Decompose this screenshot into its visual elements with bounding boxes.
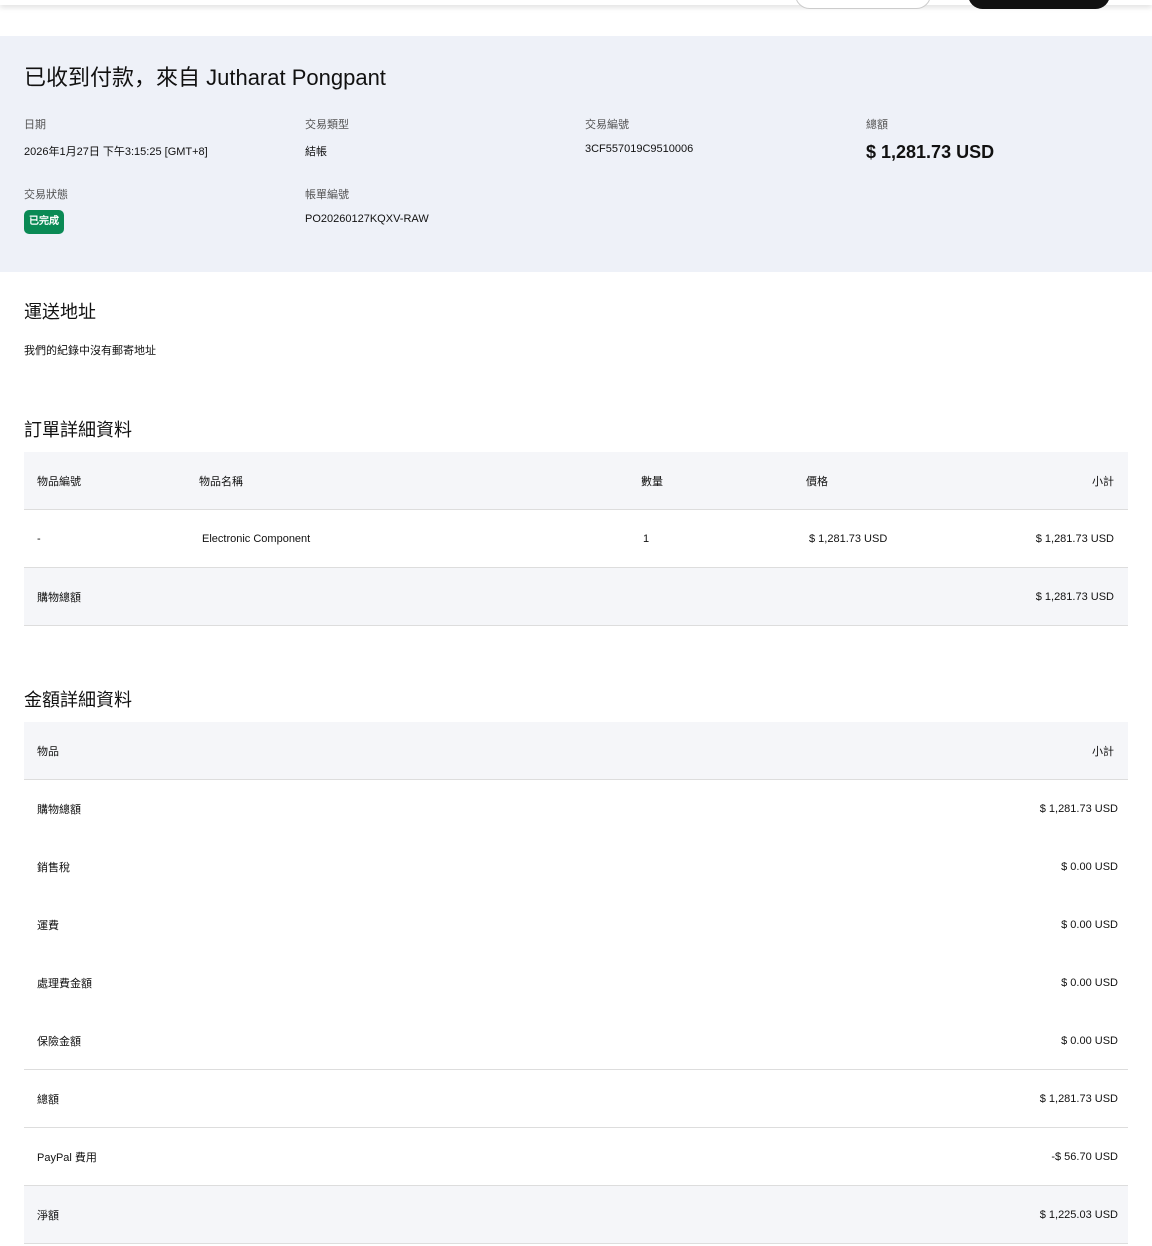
- item-number: -: [37, 532, 41, 545]
- row-value: $ 0.00 USD: [1061, 1034, 1118, 1047]
- row-value: $ 1,281.73 USD: [1039, 1092, 1118, 1105]
- row-value: -$ 56.70 USD: [1051, 1150, 1118, 1163]
- table-row: 購物總額 $ 1,281.73 USD: [24, 780, 1128, 838]
- order-total-label: 購物總額: [37, 591, 81, 604]
- row-value: $ 0.00 USD: [1061, 919, 1118, 931]
- table-row: 保險金額 $ 0.00 USD: [24, 1012, 1128, 1070]
- shipping-note: 我們的紀錄中沒有郵寄地址: [24, 345, 156, 357]
- table-header: 物品 小計: [24, 722, 1128, 780]
- row-label: 淨額: [37, 1209, 59, 1222]
- net-amount-row: 淨額 $ 1,225.03 USD: [24, 1186, 1128, 1244]
- transaction-id-label: 交易編號: [585, 119, 629, 131]
- table-row: 運費 $ 0.00 USD: [24, 896, 1128, 954]
- row-label: 運費: [37, 920, 59, 932]
- type-label: 交易類型: [305, 119, 349, 131]
- col-item: 物品: [37, 745, 59, 758]
- table-header: 物品編號 物品名稱 數量 價格 小計: [24, 452, 1128, 510]
- invoice-value: PO20260127KQXV-RAW: [305, 213, 429, 225]
- shipping-heading: 運送地址: [24, 302, 96, 322]
- order-total-value: $ 1,281.73 USD: [1035, 590, 1114, 603]
- row-label: 購物總額: [37, 804, 81, 816]
- table-row: 總額 $ 1,281.73 USD: [24, 1070, 1128, 1128]
- col-price: 價格: [806, 475, 828, 488]
- invoice-label: 帳單編號: [305, 189, 349, 201]
- table-row: PayPal 費用 -$ 56.70 USD: [24, 1128, 1128, 1186]
- order-heading: 訂單詳細資料: [24, 420, 132, 440]
- row-value: $ 1,281.73 USD: [1039, 803, 1118, 815]
- row-label: PayPal 費用: [37, 1151, 97, 1164]
- order-table: 物品編號 物品名稱 數量 價格 小計 - Electronic Componen…: [24, 452, 1128, 626]
- total-label: 總額: [866, 119, 888, 131]
- secondary-button[interactable]: [795, 0, 931, 9]
- date-label: 日期: [24, 119, 46, 131]
- table-row: 銷售稅 $ 0.00 USD: [24, 838, 1128, 896]
- amount-heading: 金額詳細資料: [24, 690, 132, 710]
- order-total-row: 購物總額 $ 1,281.73 USD: [24, 568, 1128, 626]
- status-badge: 已完成: [24, 210, 64, 234]
- page-title: 已收到付款，來自 Jutharat Pongpant: [24, 65, 386, 90]
- row-label: 處理費金額: [37, 978, 92, 990]
- col-qty: 數量: [641, 475, 663, 488]
- total-value: $ 1,281.73 USD: [866, 142, 995, 162]
- row-value: $ 0.00 USD: [1061, 977, 1118, 989]
- item-name: Electronic Component: [202, 532, 311, 545]
- item-subtotal: $ 1,281.73 USD: [1035, 532, 1114, 545]
- item-price: $ 1,281.73 USD: [809, 532, 888, 545]
- col-item-number: 物品編號: [37, 475, 81, 488]
- row-label: 保險金額: [37, 1035, 81, 1048]
- transaction-id-value: 3CF557019C9510006: [585, 143, 694, 155]
- row-label: 總額: [37, 1093, 59, 1106]
- table-row: 處理費金額 $ 0.00 USD: [24, 954, 1128, 1012]
- amount-table: 物品 小計 購物總額 $ 1,281.73 USD 銷售稅 $ 0.00 USD 運…: [24, 722, 1128, 1244]
- col-item-name: 物品名稱: [199, 475, 243, 488]
- col-subtotal: 小計: [1092, 745, 1114, 758]
- primary-button[interactable]: [968, 0, 1110, 9]
- col-subtotal: 小計: [1092, 475, 1114, 488]
- status-label: 交易狀態: [24, 189, 68, 201]
- row-value: $ 1,225.03 USD: [1039, 1208, 1118, 1221]
- row-label: 銷售稅: [37, 862, 70, 874]
- row-value: $ 0.00 USD: [1061, 861, 1118, 873]
- table-row: - Electronic Component 1 $ 1,281.73 USD …: [24, 510, 1128, 568]
- date-value: 2026年1月27日 下午3:15:25 [GMT+8]: [24, 146, 208, 158]
- item-qty: 1: [643, 532, 650, 545]
- type-value: 結帳: [305, 146, 327, 158]
